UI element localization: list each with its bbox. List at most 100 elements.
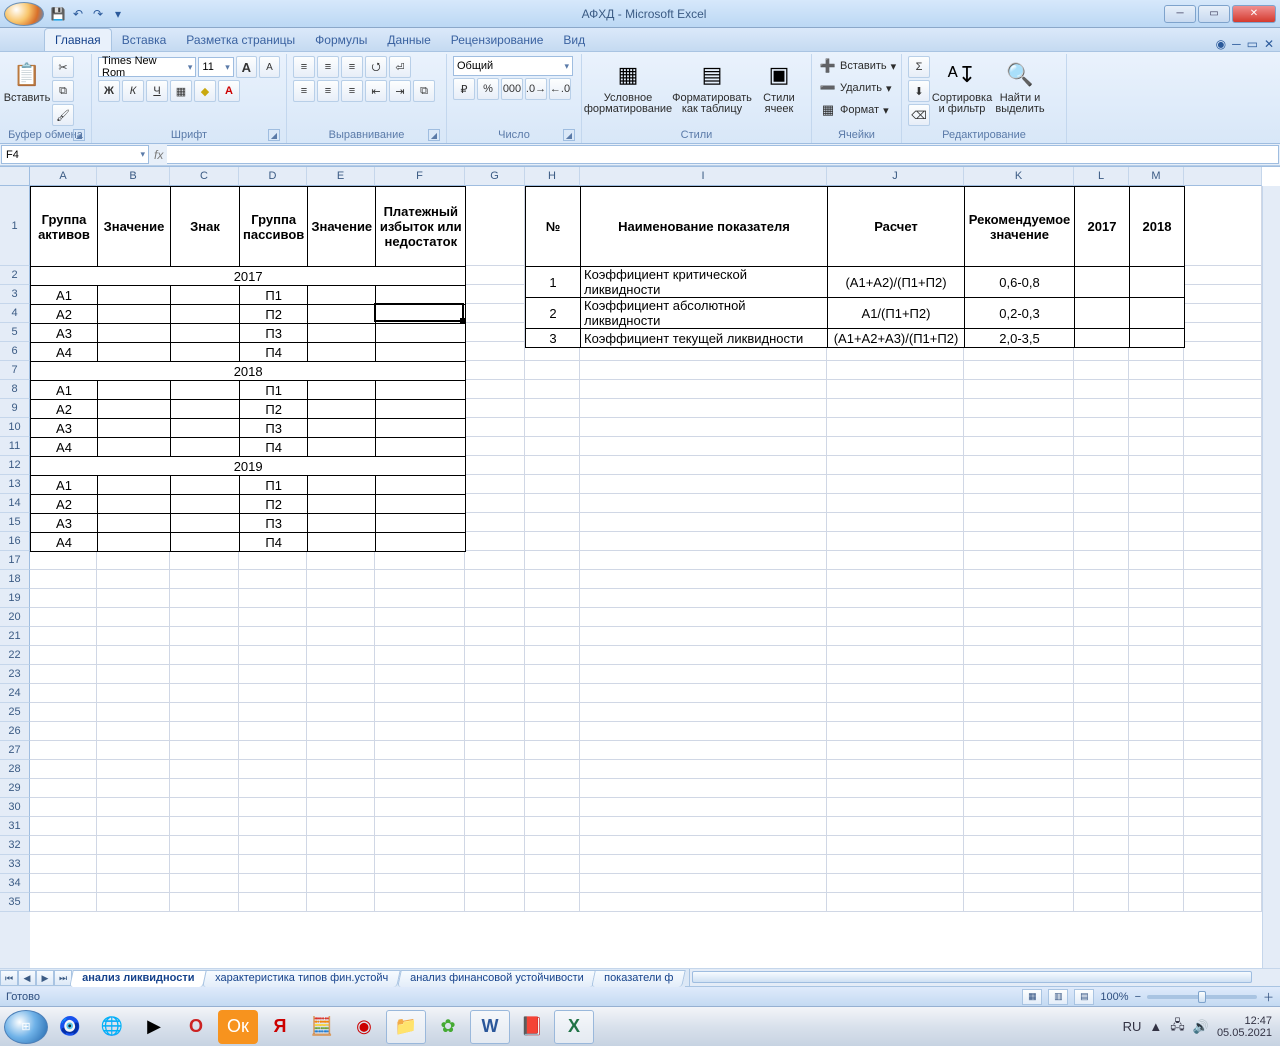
align-center-button[interactable]: ≡: [317, 80, 339, 102]
orientation-button[interactable]: ⭯: [365, 56, 387, 78]
zoom-out-button[interactable]: −: [1135, 991, 1141, 1003]
name-box[interactable]: F4: [1, 145, 149, 164]
increase-font-button[interactable]: A: [236, 56, 257, 78]
vertical-scrollbar[interactable]: [1262, 186, 1280, 968]
comma-button[interactable]: 000: [501, 78, 523, 100]
copy-button[interactable]: ⧉: [52, 80, 74, 102]
close-button[interactable]: ✕: [1232, 5, 1276, 23]
tab-home[interactable]: Главная: [44, 28, 112, 51]
underline-button[interactable]: Ч: [146, 80, 168, 102]
save-icon[interactable]: 💾: [50, 6, 66, 22]
inner-close-icon[interactable]: ✕: [1264, 37, 1274, 51]
tab-view[interactable]: Вид: [553, 29, 595, 51]
border-button[interactable]: ▦: [170, 80, 192, 102]
view-break-button[interactable]: ▤: [1074, 989, 1094, 1005]
clear-button[interactable]: ⌫: [908, 104, 930, 126]
bold-button[interactable]: Ж: [98, 80, 120, 102]
align-right-button[interactable]: ≡: [341, 80, 363, 102]
view-normal-button[interactable]: ▦: [1022, 989, 1042, 1005]
align-middle-button[interactable]: ≡: [317, 56, 339, 78]
format-cells-button[interactable]: ▦Формат ▾: [818, 100, 895, 120]
inner-restore-icon[interactable]: ▭: [1247, 37, 1258, 51]
taskbar-pdf[interactable]: 📕: [512, 1010, 552, 1044]
row-headers[interactable]: 1234567891011121314151617181920212223242…: [0, 186, 30, 968]
fontcolor-button[interactable]: A: [218, 80, 240, 102]
sheet-tab-2[interactable]: анализ финансовой устойчивости: [397, 970, 596, 987]
wrap-button[interactable]: ⏎: [389, 56, 411, 78]
taskbar-word[interactable]: W: [470, 1010, 510, 1044]
taskbar-ok[interactable]: Ок: [218, 1010, 258, 1044]
paste-button[interactable]: 📋 Вставить: [6, 56, 48, 107]
redo-icon[interactable]: ↷: [90, 6, 106, 22]
taskbar-icq[interactable]: ✿: [428, 1010, 468, 1044]
taskbar-yandex[interactable]: Я: [260, 1010, 300, 1044]
dialog-launcher-icon[interactable]: ◢: [73, 129, 85, 141]
dialog-launcher-icon[interactable]: ◢: [268, 129, 280, 141]
fillcolor-button[interactable]: ◆: [194, 80, 216, 102]
taskbar-explorer[interactable]: 📁: [386, 1010, 426, 1044]
zoom-slider[interactable]: [1147, 995, 1257, 999]
tab-insert[interactable]: Вставка: [112, 29, 177, 51]
undo-icon[interactable]: ↶: [70, 6, 86, 22]
dialog-launcher-icon[interactable]: ◢: [563, 129, 575, 141]
tray-lang[interactable]: RU: [1123, 1019, 1142, 1034]
qat-menu-icon[interactable]: ▾: [110, 6, 126, 22]
taskbar-ie[interactable]: 🌐: [92, 1010, 132, 1044]
zoom-level[interactable]: 100%: [1100, 991, 1128, 1003]
autosum-button[interactable]: Σ: [908, 56, 930, 78]
number-format-combo[interactable]: Общий: [453, 56, 573, 76]
formula-input[interactable]: [167, 145, 1279, 164]
help-icon[interactable]: ◉: [1216, 37, 1226, 51]
tab-data[interactable]: Данные: [377, 29, 440, 51]
taskbar-excel[interactable]: X: [554, 1010, 594, 1044]
tab-nav-next[interactable]: ▶: [36, 970, 54, 986]
tray-clock[interactable]: 12:47 05.05.2021: [1217, 1015, 1276, 1039]
horizontal-scrollbar[interactable]: [689, 969, 1280, 986]
italic-button[interactable]: К: [122, 80, 144, 102]
minimize-button[interactable]: ─: [1164, 5, 1196, 23]
tray-flag-icon[interactable]: ▲: [1149, 1019, 1162, 1034]
align-bottom-button[interactable]: ≡: [341, 56, 363, 78]
indent-dec-button[interactable]: ⇤: [365, 80, 387, 102]
dec-decimal-button[interactable]: ←.0: [549, 78, 571, 100]
formatpainter-button[interactable]: 🖌: [52, 104, 74, 126]
office-button[interactable]: [4, 2, 44, 26]
decrease-font-button[interactable]: A: [259, 56, 280, 78]
format-as-table-button[interactable]: ▤Форматировать как таблицу: [672, 56, 752, 118]
sheet-tab-3[interactable]: показатели ф: [591, 970, 686, 987]
tray-sound-icon[interactable]: 🔊: [1193, 1019, 1209, 1035]
font-size-combo[interactable]: 11: [198, 57, 233, 77]
delete-cells-button[interactable]: ➖Удалить ▾: [818, 78, 895, 98]
dialog-launcher-icon[interactable]: ◢: [428, 129, 440, 141]
column-headers[interactable]: ABCDEFGHIJKLM: [30, 167, 1262, 186]
taskbar-opera[interactable]: O: [176, 1010, 216, 1044]
taskbar-app-1[interactable]: 🧿: [50, 1010, 90, 1044]
taskbar-calc[interactable]: 🧮: [302, 1010, 342, 1044]
cut-button[interactable]: ✂: [52, 56, 74, 78]
taskbar-ybrowser[interactable]: ◉: [344, 1010, 384, 1044]
fill-button[interactable]: ⬇: [908, 80, 930, 102]
merge-button[interactable]: ⧉: [413, 80, 435, 102]
align-top-button[interactable]: ≡: [293, 56, 315, 78]
tab-nav-prev[interactable]: ◀: [18, 970, 36, 986]
tray-network-icon[interactable]: 🖧: [1170, 1016, 1185, 1038]
start-button[interactable]: ⊞: [4, 1010, 48, 1044]
align-left-button[interactable]: ≡: [293, 80, 315, 102]
font-name-combo[interactable]: Times New Rom: [98, 57, 196, 77]
sort-filter-button[interactable]: ᴬ↧Сортировка и фильтр: [934, 56, 990, 118]
sheet-tab-1[interactable]: характеристика типов фин.устойч: [203, 970, 402, 987]
maximize-button[interactable]: ▭: [1198, 5, 1230, 23]
view-layout-button[interactable]: ▥: [1048, 989, 1068, 1005]
find-select-button[interactable]: 🔍Найти и выделить: [994, 56, 1046, 118]
tab-pagelayout[interactable]: Разметка страницы: [176, 29, 305, 51]
tab-review[interactable]: Рецензирование: [441, 29, 554, 51]
percent-button[interactable]: %: [477, 78, 499, 100]
inc-decimal-button[interactable]: .0→: [525, 78, 547, 100]
inner-minimize-icon[interactable]: ─: [1232, 37, 1241, 51]
sheet-tab-0[interactable]: анализ ликвидности: [69, 970, 207, 987]
select-all-button[interactable]: [0, 167, 30, 186]
cell-styles-button[interactable]: ▣Стили ячеек: [756, 56, 802, 118]
insert-cells-button[interactable]: ➕Вставить ▾: [818, 56, 895, 76]
currency-button[interactable]: ₽: [453, 78, 475, 100]
taskbar-mediaplayer[interactable]: ▶: [134, 1010, 174, 1044]
